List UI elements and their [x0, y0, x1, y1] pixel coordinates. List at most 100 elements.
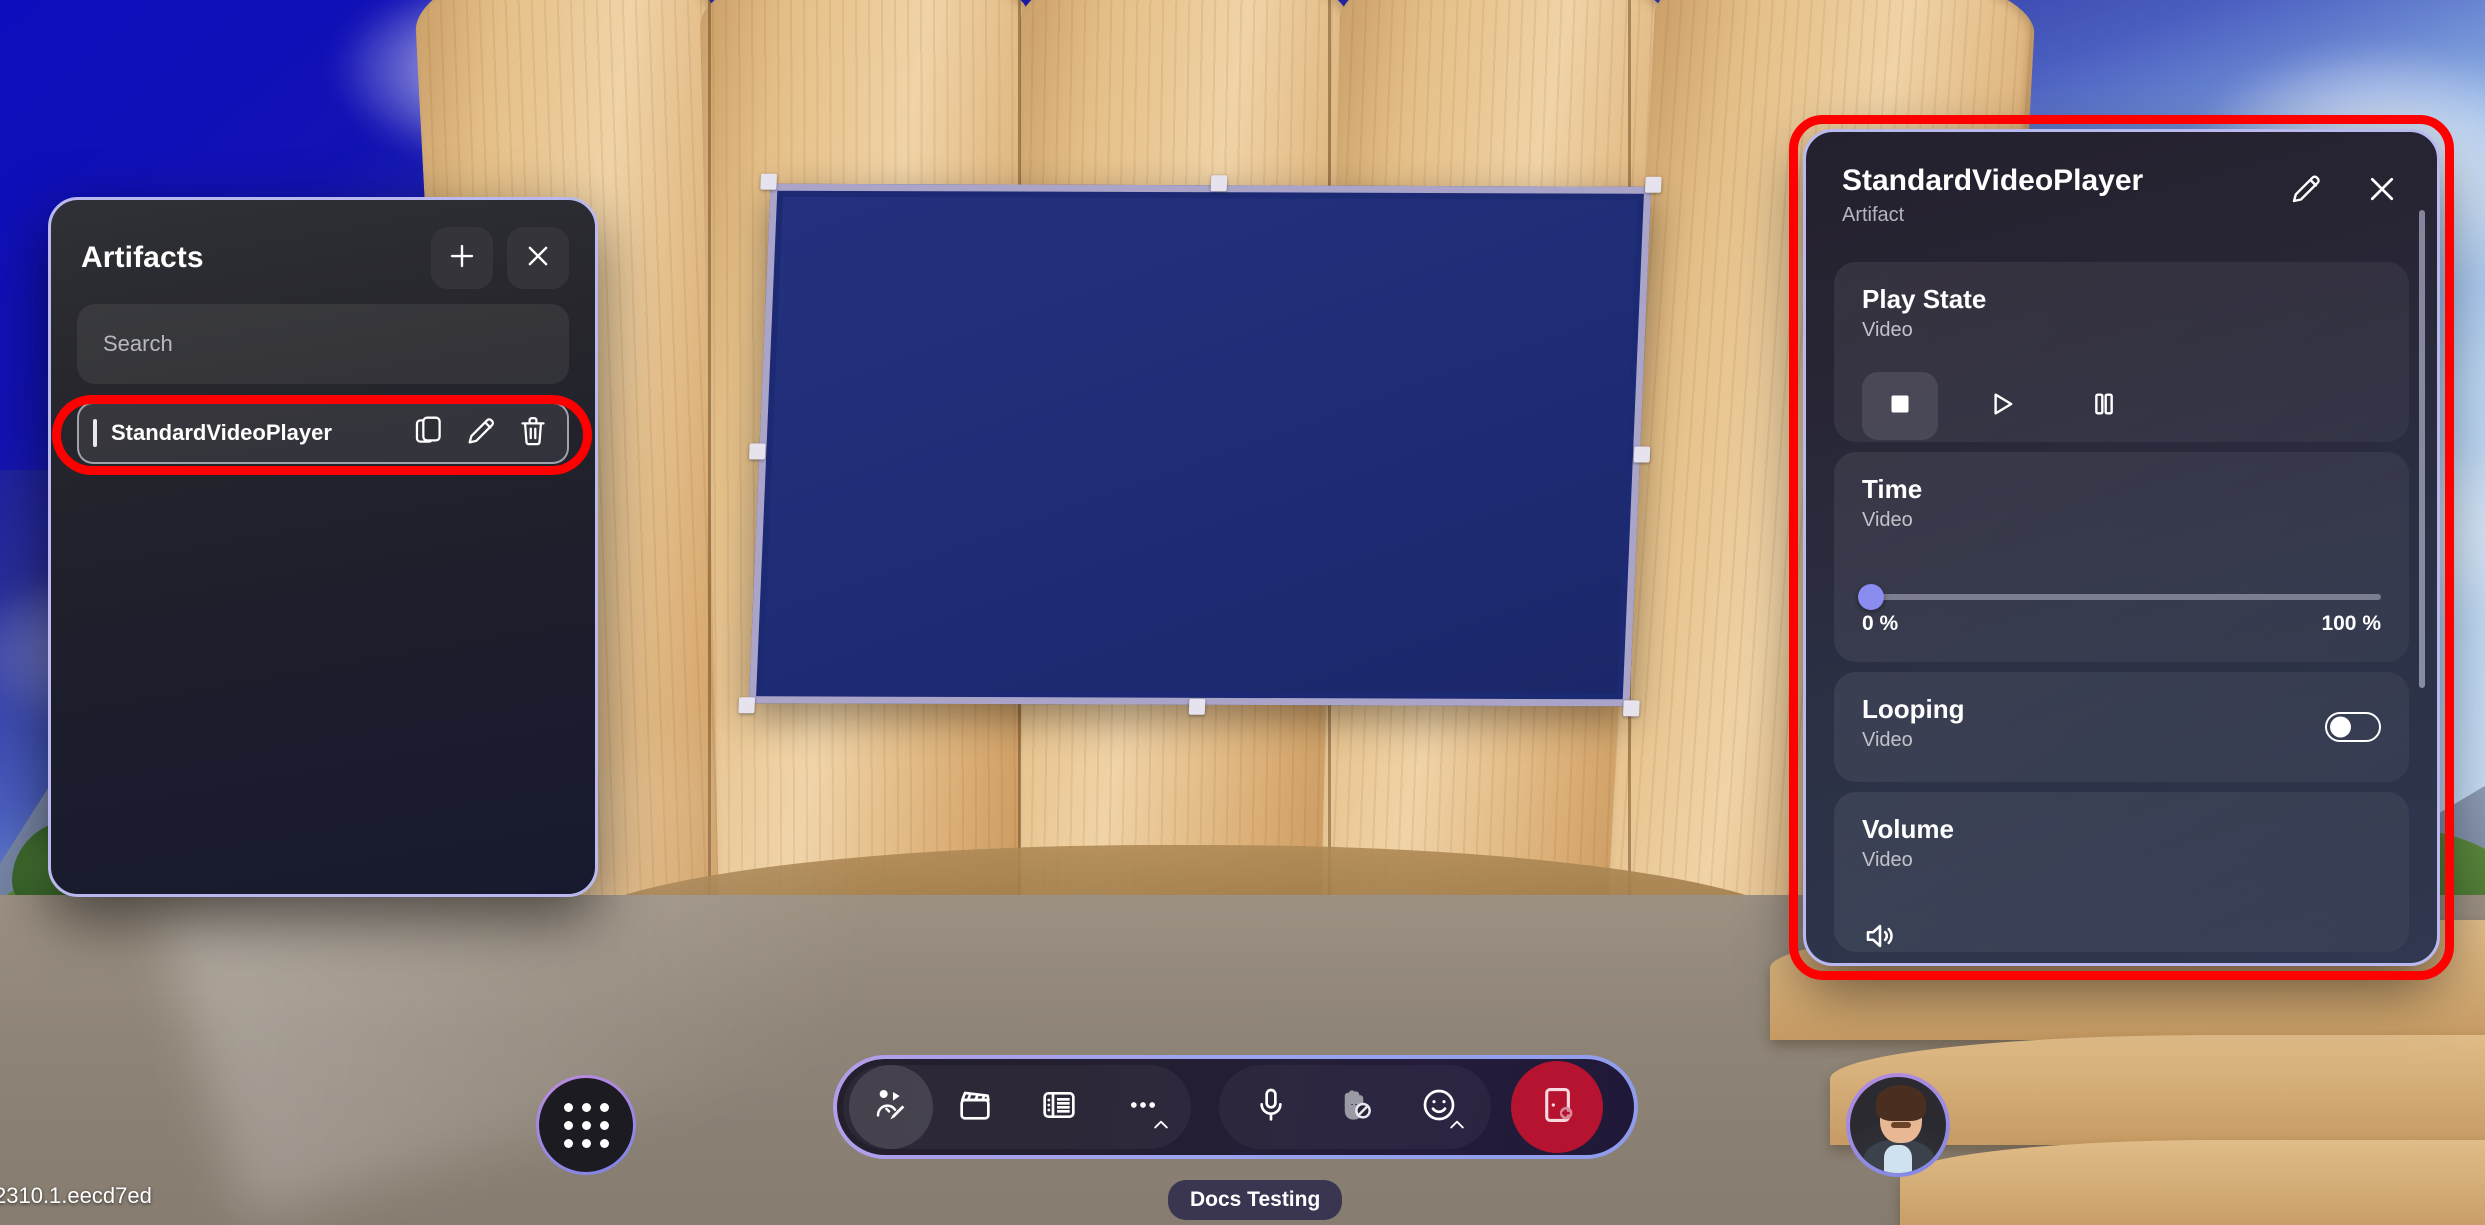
artifact-name-label: StandardVideoPlayer [111, 420, 332, 445]
play-state-buttons [1862, 372, 2381, 440]
list-item[interactable]: StandardVideoPlayer [77, 402, 569, 464]
pause-button[interactable] [2066, 372, 2142, 440]
section-title: Time [1862, 474, 1923, 504]
artifact-properties-panel: StandardVideoPlayer Artifact Play State … [1803, 129, 2440, 966]
properties-scrollbar[interactable] [2419, 210, 2425, 688]
avatar-moustache [1891, 1122, 1911, 1128]
artifacts-panel-actions [431, 227, 569, 289]
artifacts-panel-title: Artifacts [81, 241, 204, 274]
artifacts-panel: Artifacts Search StandardVideoPlayer [48, 197, 598, 897]
properties-subtitle: Artifact [1842, 203, 1905, 226]
video-screen-artifact[interactable] [738, 173, 1662, 717]
edit-properties-button[interactable] [2285, 170, 2327, 212]
microphone-icon [1251, 1085, 1291, 1130]
stop-button[interactable] [1862, 372, 1938, 440]
volume-control[interactable] [1862, 918, 2381, 959]
edit-icon [464, 414, 498, 453]
section-subtitle: Video [1862, 849, 1913, 871]
properties-panel-header: StandardVideoPlayer Artifact [1806, 132, 2437, 245]
slider-track[interactable] [1858, 584, 2381, 610]
properties-header-actions [2285, 164, 2403, 212]
tooltip-label: Docs Testing [1168, 1180, 1343, 1220]
screenshot-root: Artifacts Search StandardVideoPlayer Sta… [0, 0, 2485, 1225]
screen-surface [762, 196, 1638, 694]
search-input[interactable]: Search [77, 304, 569, 384]
apps-grid-inner [539, 1078, 633, 1172]
chevron-up-icon [1151, 1115, 1171, 1140]
avatar[interactable] [1846, 1073, 1950, 1177]
edit-pencil-icon [2288, 171, 2324, 212]
screen-resize-handle[interactable] [738, 697, 756, 714]
close-icon [523, 241, 553, 276]
media-clapperboard-icon [955, 1085, 995, 1130]
avatar-image [1850, 1077, 1946, 1173]
more-tools-button[interactable] [1101, 1065, 1185, 1149]
screen-resize-handle[interactable] [1623, 700, 1640, 717]
delete-icon [516, 414, 550, 453]
slider-max-label: 100 % [2321, 612, 2381, 635]
screen-resize-handle[interactable] [1210, 175, 1228, 192]
section-title: Volume [1862, 814, 1954, 844]
chevron-up-icon [1447, 1115, 1467, 1140]
screen-resize-handle[interactable] [1633, 446, 1651, 463]
artifacts-panel-header: Artifacts [51, 200, 595, 300]
close-icon [2364, 171, 2400, 212]
stop-icon [1883, 387, 1917, 426]
toolbar-inner [837, 1059, 1634, 1155]
screen-resize-handle[interactable] [760, 173, 777, 190]
section-subtitle: Video [1862, 319, 1913, 341]
slider-thumb[interactable] [1858, 584, 1884, 610]
looping-toggle[interactable] [2325, 712, 2381, 742]
play-button[interactable] [1964, 372, 2040, 440]
media-tool-button[interactable] [933, 1065, 1017, 1149]
artifacts-tool-button[interactable] [849, 1065, 933, 1149]
screen-resize-handle[interactable] [749, 443, 766, 460]
play-icon [1985, 387, 2019, 426]
section-title: Play State [1862, 284, 1987, 314]
page-title: StandardVideoPlayer [1842, 164, 2144, 197]
time-slider[interactable]: 0 % 100 % [1858, 584, 2381, 636]
section-subtitle: Video [1862, 509, 1913, 531]
screen-resize-handle[interactable] [1644, 176, 1662, 193]
slider-min-label: 0 % [1862, 612, 1899, 635]
properties-scroll-area[interactable]: Play State Video Time Video 0 % 100 % Lo… [1806, 262, 2437, 963]
screen-resize-handle[interactable] [1188, 698, 1206, 715]
pause-icon [2087, 387, 2121, 426]
notes-icon [1039, 1085, 1079, 1130]
version-label: 2310.1.eecd7ed [0, 1183, 152, 1208]
grid-apps-icon [563, 1102, 609, 1148]
notes-tool-button[interactable] [1017, 1065, 1101, 1149]
toolbar-group-tools [843, 1065, 1191, 1149]
close-properties-button[interactable] [2361, 170, 2403, 212]
leave-room-button[interactable] [1511, 1061, 1603, 1153]
artifacts-list: StandardVideoPlayer [51, 384, 595, 464]
slider-labels: 0 % 100 % [1862, 612, 2381, 636]
toolbar-group-controls [1219, 1065, 1491, 1149]
edit-artifact-button[interactable] [461, 413, 501, 453]
close-artifacts-panel-button[interactable] [507, 227, 569, 289]
avatar-shirt [1884, 1145, 1912, 1173]
plus-icon [447, 241, 477, 276]
section-title: Looping [1862, 694, 1965, 724]
duplicate-icon [412, 414, 446, 453]
selection-indicator [93, 419, 97, 447]
speaker-icon [1862, 924, 1898, 958]
raise-hand-disabled-icon [1335, 1085, 1375, 1130]
reactions-button[interactable] [1397, 1065, 1481, 1149]
properties-title-block: StandardVideoPlayer Artifact [1842, 164, 2143, 227]
artifacts-icon [871, 1085, 911, 1130]
add-artifact-button[interactable] [431, 227, 493, 289]
delete-artifact-button[interactable] [513, 413, 553, 453]
leave-room-icon [1535, 1083, 1579, 1132]
section-subtitle: Video [1862, 729, 1913, 751]
stair-step [1900, 1140, 2485, 1225]
duplicate-artifact-button[interactable] [409, 413, 449, 453]
raise-hand-button[interactable] [1313, 1065, 1397, 1149]
looping-card: Looping Video [1834, 672, 2409, 782]
search-placeholder: Search [103, 331, 173, 356]
screen-frame [748, 183, 1652, 707]
toggle-knob [2330, 716, 2351, 738]
apps-grid-button[interactable] [536, 1075, 636, 1175]
microphone-button[interactable] [1229, 1065, 1313, 1149]
artifact-row-actions [409, 413, 559, 453]
